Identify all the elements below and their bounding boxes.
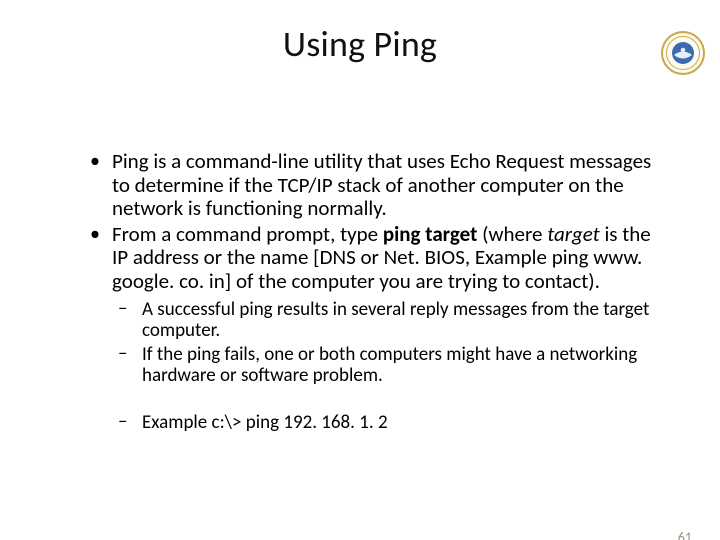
bullet-2-mid1: (where xyxy=(477,221,547,247)
sub-bullet-2-text: If the ping fails, one or both computers… xyxy=(142,343,637,387)
sub-bullet-1: A successful ping results in several rep… xyxy=(112,299,660,342)
bullet-1-text: Ping is a command-line utility that uses… xyxy=(112,148,651,221)
sub-bullet-2: If the ping fails, one or both computers… xyxy=(112,344,660,387)
bullet-2-target: target xyxy=(547,221,600,247)
bullet-2-pre: From a command prompt, type xyxy=(112,221,383,247)
sub-bullet-1-text: A successful ping results in several rep… xyxy=(142,298,649,342)
spacer xyxy=(112,388,660,406)
slide: Using Ping Ping is a command-line utilit… xyxy=(0,22,720,540)
sub-bullet-3: Example c:\> ping 192. 168. 1. 2 xyxy=(112,412,660,433)
page-number: 61 xyxy=(678,529,692,540)
bullet-2: From a command prompt, type ping target … xyxy=(82,223,660,434)
institution-seal-icon xyxy=(660,30,706,81)
slide-body: Ping is a command-line utility that uses… xyxy=(82,150,660,435)
sub-bullet-3-text: Example c:\> ping 192. 168. 1. 2 xyxy=(142,411,388,434)
slide-title: Using Ping xyxy=(0,22,720,66)
bullet-1: Ping is a command-line utility that uses… xyxy=(82,150,660,221)
bullet-2-command: ping target xyxy=(383,221,478,247)
